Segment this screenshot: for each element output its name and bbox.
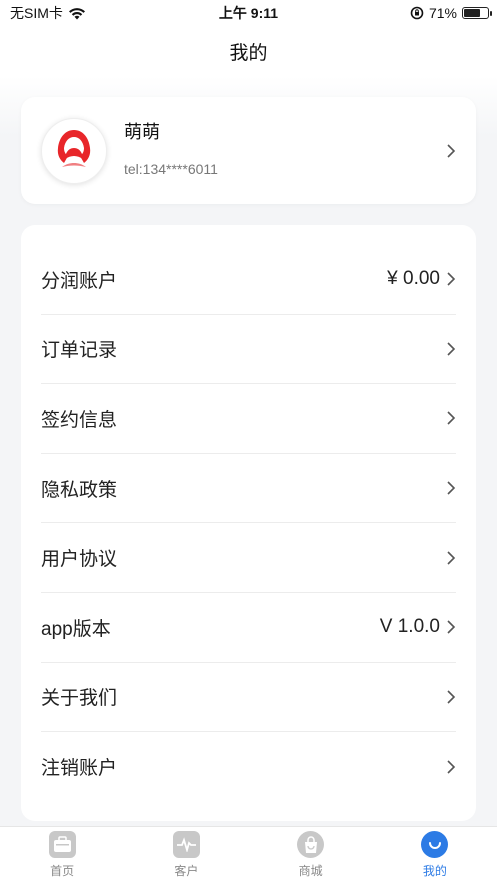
status-right: 71% xyxy=(410,5,492,21)
chevron-right-icon xyxy=(447,760,456,774)
bottom-tab-bar: 首页 客户 商城 我的 xyxy=(0,826,497,883)
chevron-right-icon xyxy=(447,342,456,356)
profile-phone: tel:134****6011 xyxy=(124,161,218,177)
brand-logo-icon xyxy=(57,129,91,167)
smile-icon xyxy=(421,831,449,858)
tab-label: 客户 xyxy=(174,864,199,878)
shopping-bag-icon xyxy=(297,831,325,858)
menu-item-order-records[interactable]: 订单记录 xyxy=(41,315,456,385)
menu-item-label: 关于我们 xyxy=(41,688,118,710)
tab-customers[interactable]: 客户 xyxy=(124,827,248,883)
menu-item-user-agreement[interactable]: 用户协议 xyxy=(41,523,456,593)
chevron-right-icon xyxy=(447,272,456,286)
battery-icon xyxy=(462,7,492,19)
menu-item-label: 隐私政策 xyxy=(41,479,118,501)
carrier-text: 无SIM卡 xyxy=(10,5,63,21)
profit-balance: ¥ 0.00 xyxy=(387,268,440,290)
tab-label: 首页 xyxy=(50,864,75,878)
menu-item-profit-account[interactable]: 分润账户 ¥ 0.00 xyxy=(41,245,456,315)
menu-item-label: 注销账户 xyxy=(41,758,118,780)
menu-item-about-us[interactable]: 关于我们 xyxy=(41,663,456,733)
battery-percent: 71% xyxy=(428,5,457,21)
chevron-right-icon xyxy=(447,620,456,634)
chevron-right-icon xyxy=(447,690,456,704)
menu-item-label: 分润账户 xyxy=(41,270,118,292)
app-version-value: V 1.0.0 xyxy=(379,616,440,638)
tab-label: 商城 xyxy=(298,864,323,878)
chevron-right-icon xyxy=(447,551,456,565)
tab-home[interactable]: 首页 xyxy=(0,827,124,883)
home-bag-icon xyxy=(48,831,76,858)
menu-item-label: app版本 xyxy=(41,618,111,640)
page-title: 我的 xyxy=(229,42,268,64)
menu-item-label: 签约信息 xyxy=(41,409,118,431)
menu-card: 分润账户 ¥ 0.00 订单记录 签约信息 隐私政策 用户协议 app版本 V … xyxy=(21,225,476,821)
wifi-icon xyxy=(68,7,85,19)
avatar xyxy=(41,117,107,184)
status-bar: 无SIM卡 上午 9:11 71% xyxy=(0,0,497,26)
profile-info: 萌萌 tel:134****6011 xyxy=(124,122,446,177)
chevron-right-icon xyxy=(447,143,456,158)
status-left: 无SIM卡 xyxy=(10,3,86,23)
profile-name: 萌萌 xyxy=(124,122,160,142)
menu-item-privacy-policy[interactable]: 隐私政策 xyxy=(41,454,456,524)
menu-item-delete-account[interactable]: 注销账户 xyxy=(41,732,456,802)
tab-mine[interactable]: 我的 xyxy=(373,827,497,883)
profile-card[interactable]: 萌萌 tel:134****6011 xyxy=(21,97,476,204)
menu-item-label: 用户协议 xyxy=(41,549,118,571)
rotation-lock-icon xyxy=(410,6,424,20)
menu-item-app-version[interactable]: app版本 V 1.0.0 xyxy=(41,593,456,663)
menu-item-contract-info[interactable]: 签约信息 xyxy=(41,384,456,454)
menu-item-label: 订单记录 xyxy=(41,340,118,362)
tab-mall[interactable]: 商城 xyxy=(249,827,373,883)
chevron-right-icon xyxy=(447,411,456,426)
pulse-icon xyxy=(172,831,200,858)
page-header: 我的 xyxy=(0,26,497,76)
battery-level xyxy=(464,9,481,17)
tab-label: 我的 xyxy=(422,864,447,878)
chevron-right-icon xyxy=(447,481,456,495)
